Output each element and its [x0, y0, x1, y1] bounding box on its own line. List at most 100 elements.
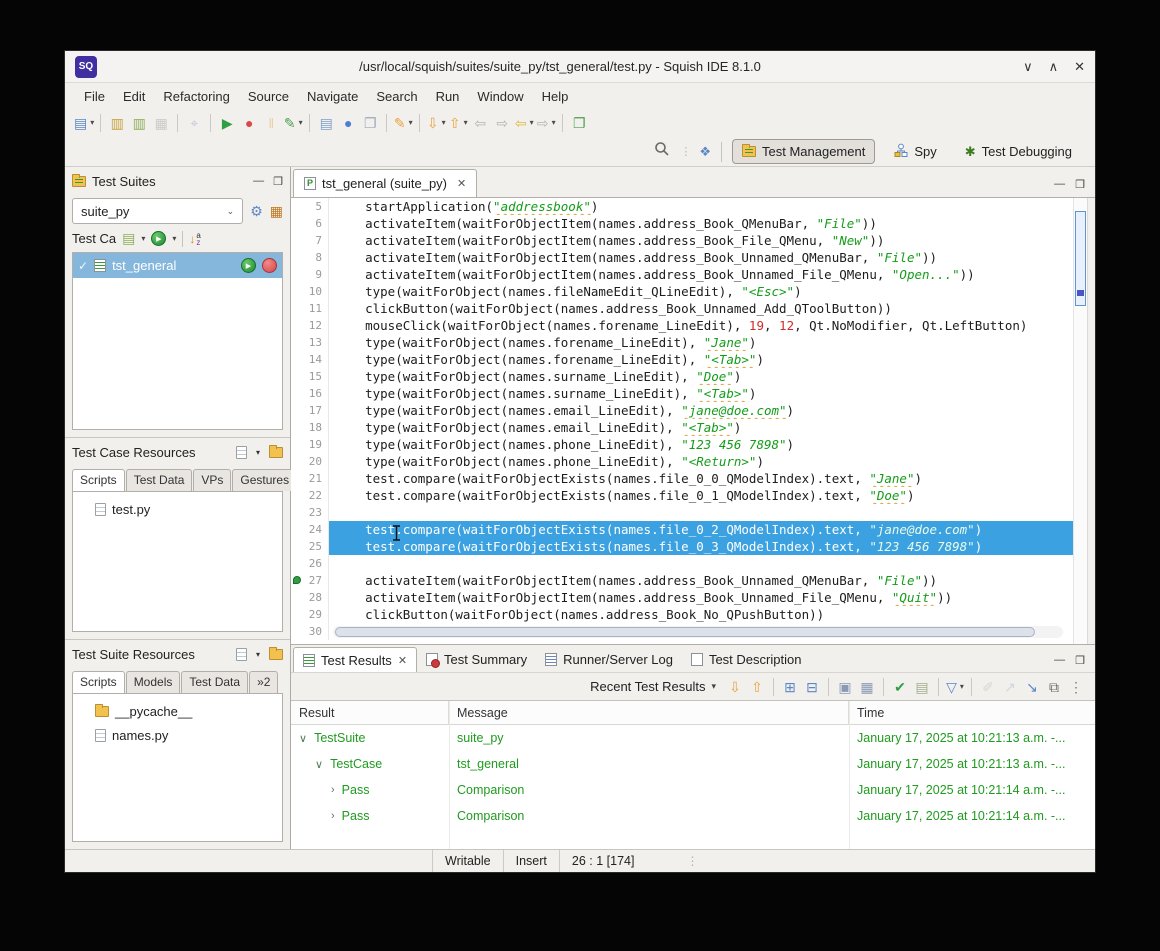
new-file-dropdown-icon[interactable]: ▾	[256, 448, 260, 457]
collapse-all-icon[interactable]: ⊟	[802, 676, 822, 698]
column-header-message[interactable]: Message	[449, 701, 849, 724]
menu-navigate[interactable]: Navigate	[298, 86, 367, 107]
screenshots-icon[interactable]: ▣	[835, 676, 855, 698]
jump-to-next-icon[interactable]: ⇧	[747, 676, 767, 698]
menu-help[interactable]: Help	[533, 86, 578, 107]
go-forward-icon[interactable]: ⇨▾	[536, 112, 556, 134]
code-line-5[interactable]: 5 startApplication("addressbook")	[291, 198, 1073, 215]
expander-icon[interactable]: ›	[331, 810, 335, 822]
tcr-tab-scripts[interactable]: Scripts	[72, 469, 125, 491]
test-suite-resources-header[interactable]: Test Suite Resources ▾	[65, 640, 290, 668]
result-row[interactable]: ›PassComparisonJanuary 17, 2025 at 10:21…	[291, 803, 1095, 829]
list-item-pycache[interactable]: __pycache__	[73, 699, 282, 723]
code-line-11[interactable]: 11 clickButton(waitForObject(names.addre…	[291, 300, 1073, 317]
code-line-7[interactable]: 7 activateItem(waitForObjectItem(names.a…	[291, 232, 1073, 249]
new-file-icon[interactable]	[236, 648, 247, 661]
new-test-case-dropdown-icon[interactable]: ▾	[141, 234, 145, 243]
results-table-header[interactable]: ResultMessageTime	[291, 701, 1095, 725]
editor-horizontal-scrollbar[interactable]	[333, 626, 1063, 638]
object-map-icon[interactable]: ▦	[270, 203, 283, 220]
run-test-case-icon[interactable]: ▶	[151, 231, 166, 246]
list-item-names-py[interactable]: names.py	[73, 723, 282, 747]
new-script-icon[interactable]: ▤	[316, 112, 336, 134]
result-row[interactable]: ∨TestCasetst_generalJanuary 17, 2025 at …	[291, 751, 1095, 777]
code-line-14[interactable]: 14 type(waitForObject(names.forename_Lin…	[291, 351, 1073, 368]
tcr-tab-gestures[interactable]: Gestures	[232, 469, 297, 491]
code-line-30[interactable]: 30	[291, 623, 1073, 640]
new-file-dropdown-icon[interactable]: ▾	[256, 650, 260, 659]
clear-results-icon[interactable]: ✐	[978, 676, 998, 698]
code-line-6[interactable]: 6 activateItem(waitForObjectItem(names.a…	[291, 215, 1073, 232]
open-perspective-icon[interactable]: ❖	[699, 144, 711, 160]
recent-results-dropdown[interactable]: Recent Test Results ▾	[590, 679, 716, 694]
new-test-suite-icon[interactable]: ▤▾	[74, 112, 94, 134]
run-icon[interactable]: ▶	[241, 258, 256, 273]
minimize-panel-icon[interactable]: —	[1054, 654, 1065, 667]
list-item-test-py[interactable]: test.py	[73, 497, 282, 521]
suite-combobox[interactable]: suite_py ⌄	[72, 198, 243, 224]
code-line-29[interactable]: 29 clickButton(waitForObject(names.addre…	[291, 606, 1073, 623]
code-line-26[interactable]: 26	[291, 555, 1073, 572]
test-case-resources-header[interactable]: Test Case Resources ▾	[65, 438, 290, 466]
open-external-icon[interactable]: ⧉	[1044, 676, 1064, 698]
code-line-22[interactable]: 22 test.compare(waitForObjectExists(name…	[291, 487, 1073, 504]
tsr-tab-2[interactable]: »2	[249, 671, 278, 693]
code-line-20[interactable]: 20 type(waitForObject(names.phone_LineEd…	[291, 453, 1073, 470]
code-line-13[interactable]: 13 type(waitForObject(names.forename_Lin…	[291, 334, 1073, 351]
import-results-icon[interactable]: ↘	[1022, 676, 1042, 698]
close-button[interactable]: ✕	[1074, 59, 1085, 75]
pause-icon[interactable]: ‖	[261, 112, 281, 134]
expander-icon[interactable]: ∨	[315, 758, 323, 771]
maximize-panel-icon[interactable]: ❒	[273, 175, 283, 188]
scrollbar-thumb[interactable]	[1075, 211, 1086, 306]
column-header-result[interactable]: Result	[291, 701, 449, 724]
test-suites-header[interactable]: Test Suites — ❒	[65, 167, 290, 195]
export-results-icon[interactable]: ↗	[1000, 676, 1020, 698]
code-line-23[interactable]: 23	[291, 504, 1073, 521]
search-icon[interactable]	[654, 141, 670, 162]
window-layout-icon[interactable]: ❐	[360, 112, 380, 134]
menu-window[interactable]: Window	[468, 86, 532, 107]
run-dropdown-icon[interactable]: ▾	[172, 234, 176, 243]
new-folder-icon[interactable]	[269, 649, 283, 660]
record-test-case-icon[interactable]: ●	[239, 112, 259, 134]
edit-script-icon[interactable]: ✎▾	[283, 112, 303, 134]
scrollbar-thumb[interactable]	[335, 627, 1035, 637]
code-line-9[interactable]: 9 activateItem(waitForObjectItem(names.a…	[291, 266, 1073, 283]
tab-test-results[interactable]: Test Results✕	[293, 647, 417, 672]
tcr-tab-vps[interactable]: VPs	[193, 469, 231, 491]
export-resource-icon[interactable]: ▥	[129, 112, 149, 134]
object-picker-icon[interactable]: ⌖	[184, 112, 204, 134]
menu-run[interactable]: Run	[427, 86, 469, 107]
result-row[interactable]: ›PassComparisonJanuary 17, 2025 at 10:21…	[291, 777, 1095, 803]
editor-tab[interactable]: tst_general (suite_py) ✕	[293, 169, 477, 197]
pin-editor-icon[interactable]: ❐	[569, 112, 589, 134]
new-report-icon[interactable]: ▤	[912, 676, 932, 698]
maximize-panel-icon[interactable]: ❒	[1075, 654, 1085, 667]
verification-point-icon[interactable]: ✔	[890, 676, 910, 698]
code-line-17[interactable]: 17 type(waitForObject(names.email_LineEd…	[291, 402, 1073, 419]
perspective-test-debugging[interactable]: ✱Test Debugging	[956, 140, 1081, 164]
code-line-19[interactable]: 19 type(waitForObject(names.phone_LineEd…	[291, 436, 1073, 453]
maximize-editor-icon[interactable]: ❒	[1075, 178, 1085, 191]
save-icon[interactable]: ▦	[151, 112, 171, 134]
new-test-case-icon[interactable]: ▤	[122, 230, 135, 247]
code-line-27[interactable]: 27 activateItem(waitForObjectItem(names.…	[291, 572, 1073, 589]
close-tab-icon[interactable]: ✕	[457, 177, 466, 190]
last-edit-location-icon[interactable]: ⇦▾	[514, 112, 534, 134]
new-file-icon[interactable]	[236, 446, 247, 459]
tab-test-description[interactable]: Test Description	[682, 647, 810, 672]
tcr-tab-test-data[interactable]: Test Data	[126, 469, 193, 491]
filter-icon[interactable]: ▽▾	[945, 676, 965, 698]
code-line-12[interactable]: 12 mouseClick(waitForObject(names.forena…	[291, 317, 1073, 334]
expander-icon[interactable]: ∨	[299, 732, 307, 745]
run-test-suite-icon[interactable]: ▶	[217, 112, 237, 134]
tsr-tab-test-data[interactable]: Test Data	[181, 671, 248, 693]
titlebar[interactable]: SQ /usr/local/squish/suites/suite_py/tst…	[65, 51, 1095, 83]
menu-refactoring[interactable]: Refactoring	[154, 86, 238, 107]
code-line-28[interactable]: 28 activateItem(waitForObjectItem(names.…	[291, 589, 1073, 606]
close-tab-icon[interactable]: ✕	[398, 654, 407, 667]
jump-to-previous-icon[interactable]: ⇩	[725, 676, 745, 698]
code-line-16[interactable]: 16 type(waitForObject(names.surname_Line…	[291, 385, 1073, 402]
expand-all-icon[interactable]: ⊞	[780, 676, 800, 698]
